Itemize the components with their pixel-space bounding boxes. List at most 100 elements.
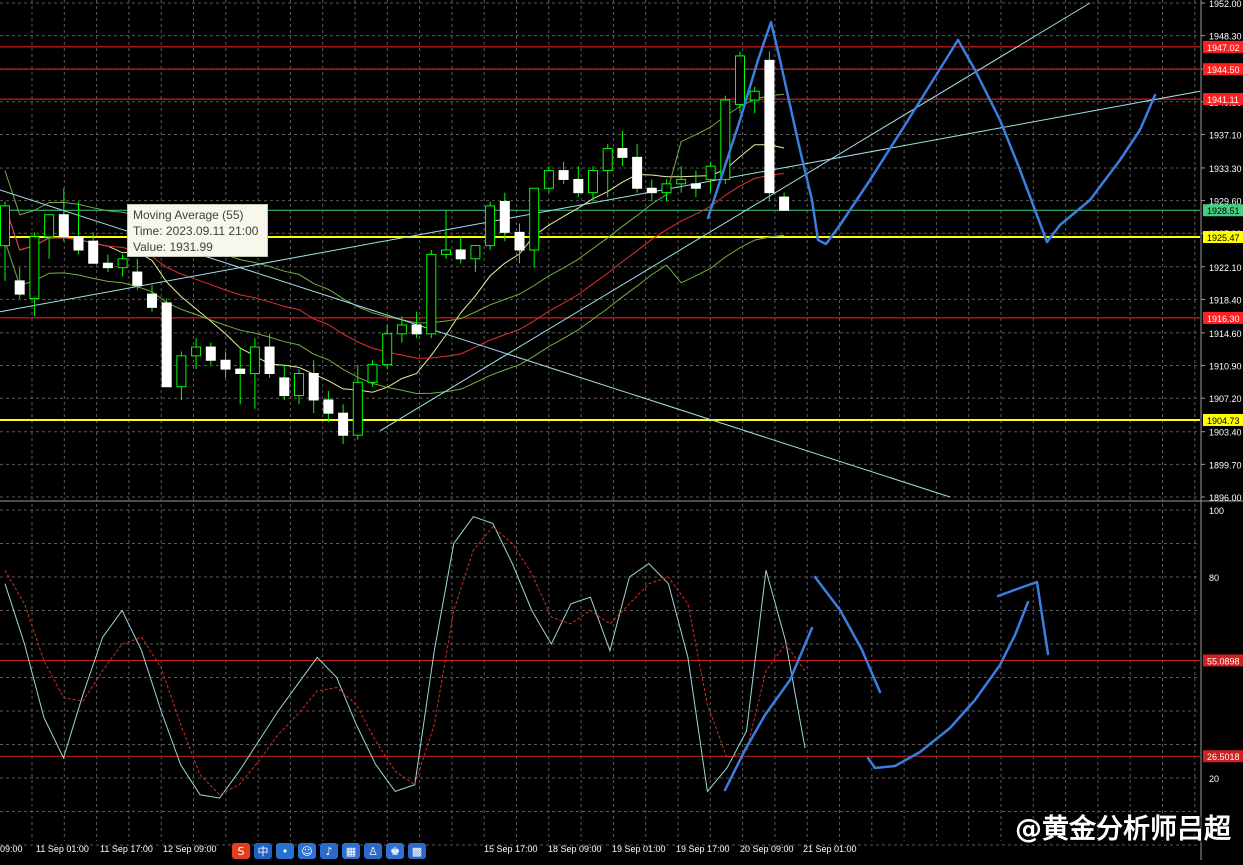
price-level-label: 1944.50 [1207,65,1240,75]
candle-body [279,377,290,397]
moving-average-fast-line [4,144,785,393]
tooltip-title: Moving Average (55) [133,208,244,222]
x-axis-label: 11 Sep 01:00 [36,844,89,854]
punctuation-icon[interactable]: • [276,843,294,859]
bollinger-upper-line [4,93,785,324]
candle-body [102,262,113,269]
candle-body [264,346,275,374]
candle-body [705,165,716,180]
price-tick-label: 1907.20 [1209,394,1242,404]
candle-body [779,196,790,211]
candle-body [44,214,55,238]
price-level-label: 1947.02 [1207,43,1240,53]
x-axis-label: 15 Sep 17:00 [484,844,538,854]
watermark-text: @黄金分析师吕超 [1015,814,1231,845]
candle-body [676,178,687,185]
candle-body [543,170,554,189]
candle-body [294,373,304,397]
candle-body [455,249,466,260]
candle-body [29,236,40,300]
skin-icon[interactable]: ♚ [386,843,404,859]
price-tick-label: 1952.00 [1209,0,1242,9]
price-tick-label: 1896.00 [1209,493,1242,503]
candle-body [117,258,128,269]
x-axis-label: 18 Sep 09:00 [548,844,602,854]
candle-body [646,187,657,194]
hand-drawn-oscillator-up [723,626,814,792]
tooltip-time: Time: 2023.09.11 21:00 [133,224,259,238]
candle-body [14,280,25,295]
candle-body [529,187,540,251]
oscillator-level-label: 55.0898 [1207,656,1240,666]
candle-body [558,170,569,180]
candle-body [191,346,202,357]
sogou-logo-icon[interactable]: S [232,843,250,859]
keyboard-icon[interactable]: ▦ [342,843,360,859]
oscillator-tick-label: 20 [1209,774,1219,784]
candle-body [176,355,187,388]
x-axis-label: 09:00 [0,844,23,854]
price-tick-label: 1933.30 [1209,164,1242,174]
price-tick-label: 1899.70 [1209,460,1242,470]
candle-body [323,399,334,414]
candle-body [499,200,510,233]
x-axis-label: 19 Sep 01:00 [612,844,666,854]
candle-body [602,148,613,172]
toolbox-icon[interactable]: ▩ [408,843,426,859]
price-tick-label: 1918.40 [1209,295,1242,305]
x-axis-label: 21 Sep 01:00 [803,844,857,854]
candle-body [441,249,451,255]
x-axis-label: 19 Sep 17:00 [676,844,730,854]
candle-body [632,156,643,189]
price-tick-label: 1903.40 [1209,428,1242,438]
candle-body [58,214,69,238]
chinese-input-icon[interactable]: 中 [254,843,272,859]
price-tick-label: 1922.10 [1209,263,1242,273]
candle-body [617,148,628,158]
candle-body [426,253,437,335]
candle-body [249,346,260,374]
candle-body [382,333,393,366]
candle-body [661,183,672,194]
price-level-label: 1916.30 [1207,314,1240,324]
candle-body [220,359,231,370]
candle-body [485,205,496,247]
candle-body [338,412,349,436]
x-axis-label: 20 Sep 09:00 [740,844,794,854]
emoji-icon[interactable]: ☺ [298,843,316,859]
candle-body [396,324,407,335]
candle-body [470,245,481,260]
x-axis-label: 12 Sep 09:00 [163,844,217,854]
oscillator-level-label: 26.5018 [1207,752,1240,762]
candle-body [235,368,246,375]
ime-toolbar: S 中 • ☺ ♪ ▦ ♙ ♚ ▩ [232,842,426,860]
candle-body [367,364,378,383]
candle-body [205,346,216,361]
hand-drawn-oscillator-rise [866,600,1030,770]
candle-body [749,90,760,101]
candle-body [161,302,172,388]
candle-body [411,324,422,335]
candle-body [147,293,157,308]
candle-body [88,240,99,264]
user-icon[interactable]: ♙ [364,843,382,859]
candle-body [735,55,745,105]
price-level-label: 1941.11 [1207,95,1239,105]
microphone-icon[interactable]: ♪ [320,843,338,859]
chart-svg: 1952.001948.301944.501940.801937.101933.… [0,0,1243,860]
moving-average-tooltip: Moving Average (55) Time: 2023.09.11 21:… [127,204,268,257]
candle-body [132,271,143,286]
candle-body [764,59,775,194]
price-tick-label: 1948.30 [1209,32,1242,42]
price-level-label: 1904.73 [1207,416,1240,426]
candle-body [690,183,701,189]
price-tick-label: 1914.60 [1209,329,1242,339]
candle-body [73,236,84,251]
chart-root: 1952.001948.301944.501940.801937.101933.… [0,0,1243,860]
oscillator-tick-label: 100 [1209,506,1224,516]
candle-body [308,373,319,401]
candle-body [0,205,10,247]
candle-body [588,170,598,194]
candle-body [352,381,363,436]
price-level-label: 1925.47 [1207,233,1240,243]
